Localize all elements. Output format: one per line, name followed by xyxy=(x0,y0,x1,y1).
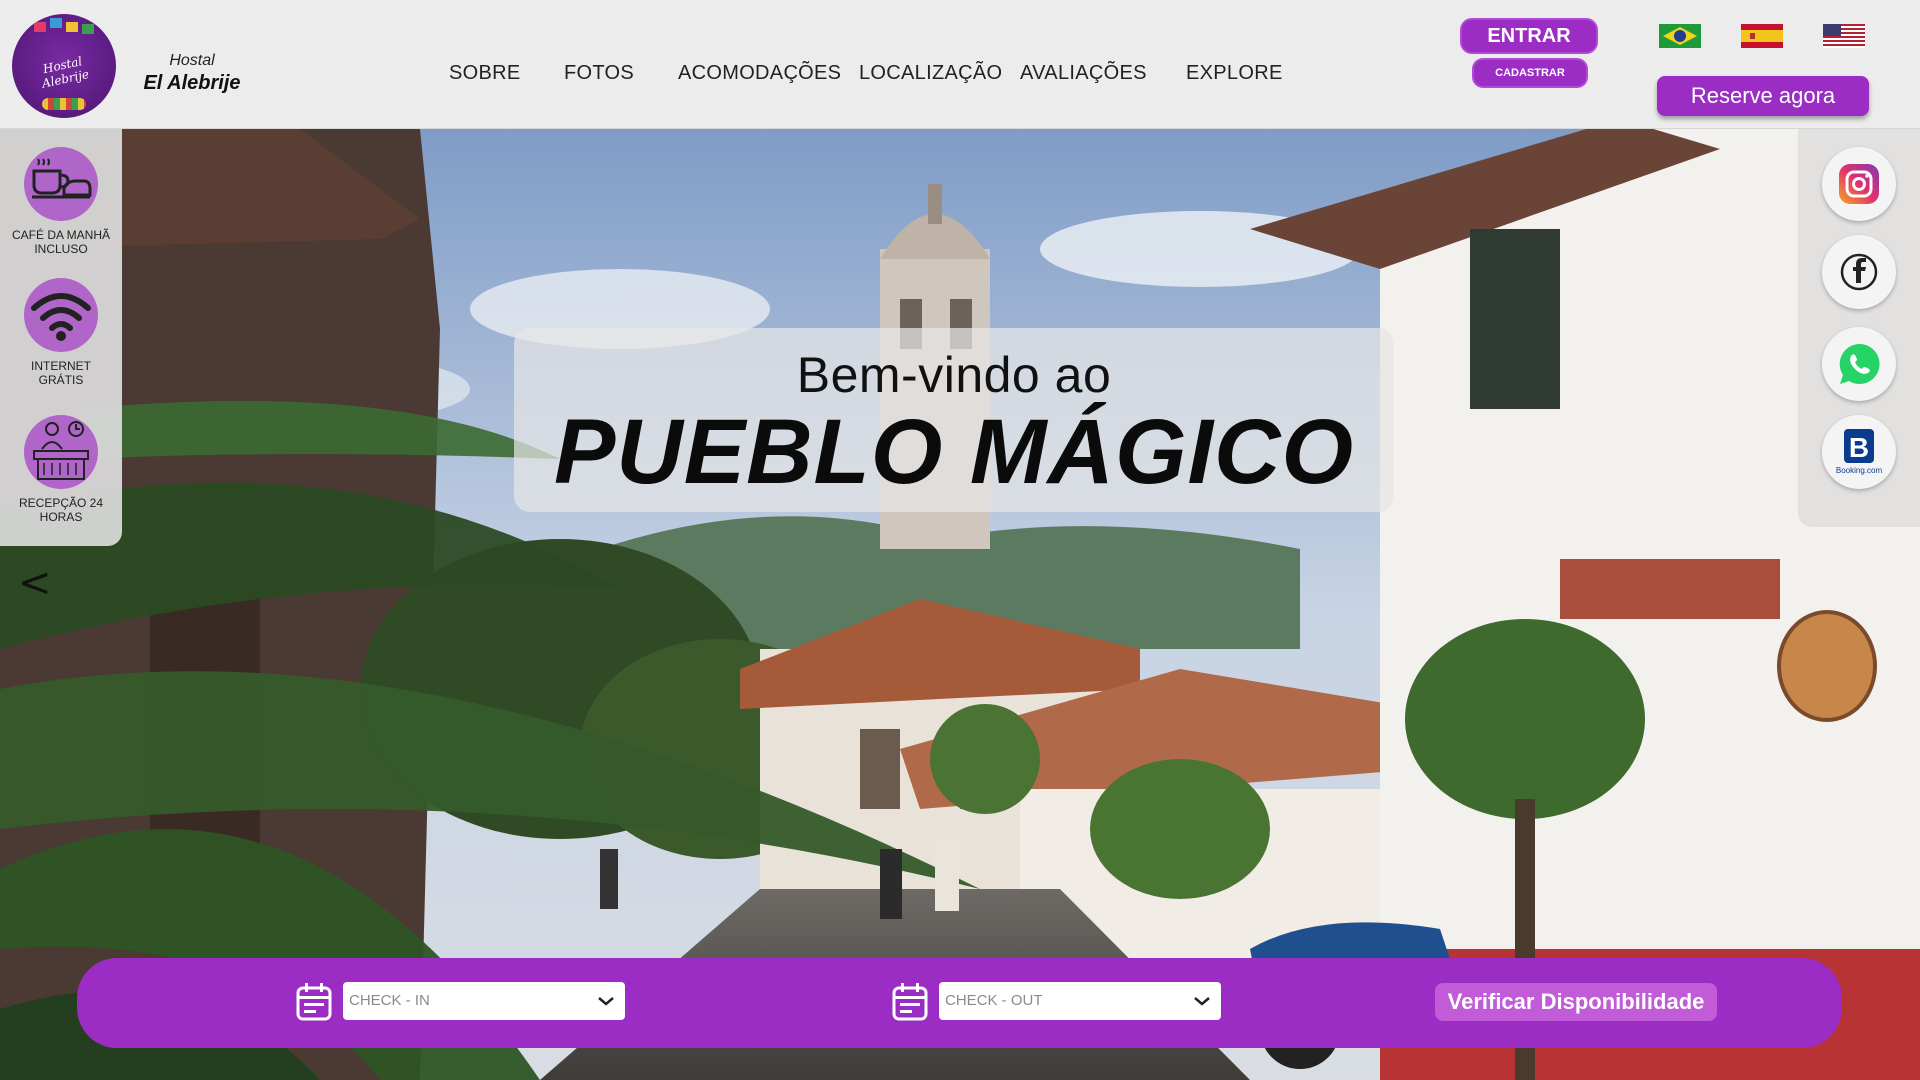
checkout-field[interactable]: CHECK - OUT xyxy=(939,982,1221,1020)
amenity-breakfast: CAFÉ DA MANHÃ INCLUSO xyxy=(0,147,122,256)
logo-decoration xyxy=(42,98,86,110)
brand-small: Hostal xyxy=(169,52,215,69)
logo-papel-picado xyxy=(34,22,46,32)
amenity-wifi: INTERNET GRÁTIS xyxy=(0,278,122,387)
chevron-left-icon[interactable]: < xyxy=(18,560,52,606)
logo-wordmark: Hostal Alebrije xyxy=(40,54,91,91)
nav-explore[interactable]: EXPLORE xyxy=(1186,62,1283,85)
nav-localizacao[interactable]: LOCALIZAÇÃO xyxy=(859,62,1002,85)
wifi-icon xyxy=(24,278,98,352)
coffee-breakfast-icon xyxy=(24,147,98,221)
booking-caption: Booking.com xyxy=(1836,466,1883,475)
welcome-line: Bem-vindo ao xyxy=(796,347,1112,403)
brand-title: El Alebrije xyxy=(143,72,241,94)
calendar-icon xyxy=(296,983,332,1021)
nav-fotos[interactable]: FOTOS xyxy=(564,62,634,85)
chevron-down-icon xyxy=(598,997,614,1006)
nav-sobre[interactable]: SOBRE xyxy=(449,62,521,85)
hostal-logo[interactable]: Hostal Alebrije xyxy=(12,14,116,118)
logo-papel-picado xyxy=(66,22,78,32)
chevron-down-icon xyxy=(1194,997,1210,1006)
login-button[interactable]: ENTRAR xyxy=(1462,20,1596,52)
calendar-icon xyxy=(892,983,928,1021)
amenity-label: RECEPÇÃO 24 HORAS xyxy=(18,496,104,524)
nav-avaliacoes[interactable]: AVALIAÇÕES xyxy=(1020,62,1147,85)
facebook-icon xyxy=(1840,253,1878,291)
brand-name[interactable]: Hostal El Alebrije xyxy=(142,52,242,95)
flag-spain-icon[interactable] xyxy=(1741,24,1783,48)
social-panel: B Booking.com xyxy=(1798,129,1920,527)
amenity-label: CAFÉ DA MANHÃ INCLUSO xyxy=(11,228,110,256)
nav-acomodacoes[interactable]: ACOMODAÇÕES xyxy=(678,62,841,85)
checkin-placeholder: CHECK - IN xyxy=(349,992,430,1009)
booking-bar: CHECK - IN CHECK - OUT Verificar Disponi… xyxy=(77,958,1842,1048)
check-availability-button[interactable]: Verificar Disponibilidade xyxy=(1435,983,1717,1021)
signup-button[interactable]: CADASTRAR xyxy=(1474,60,1586,86)
amenity-reception: RECEPÇÃO 24 HORAS xyxy=(0,415,122,524)
logo-papel-picado xyxy=(50,18,62,28)
amenity-label: INTERNET GRÁTIS xyxy=(31,359,91,387)
hero-title: PUEBLO MÁGICO xyxy=(553,401,1355,503)
booking-letter: B xyxy=(1849,432,1869,463)
facebook-button[interactable] xyxy=(1822,235,1896,309)
amenities-panel: CAFÉ DA MANHÃ INCLUSO INTERNET GRÁTIS RE… xyxy=(0,129,122,546)
welcome-banner: Bem-vindo ao PUEBLO MÁGICO xyxy=(514,328,1394,512)
flag-brazil-icon[interactable] xyxy=(1659,24,1701,48)
reserve-now-button[interactable]: Reserve agora xyxy=(1657,76,1869,116)
instagram-icon xyxy=(1839,164,1879,204)
checkin-field[interactable]: CHECK - IN xyxy=(343,982,625,1020)
hero-background-image xyxy=(0,129,1920,1080)
booking-button[interactable]: B Booking.com xyxy=(1822,415,1896,489)
reception-desk-icon xyxy=(24,415,98,489)
logo-papel-picado xyxy=(82,24,94,34)
whatsapp-button[interactable] xyxy=(1822,327,1896,401)
site-header: Hostal Alebrije Hostal El Alebrije SOBRE… xyxy=(0,0,1920,129)
instagram-button[interactable] xyxy=(1822,147,1896,221)
flag-usa-icon[interactable] xyxy=(1823,24,1865,48)
whatsapp-icon xyxy=(1839,343,1880,384)
checkout-placeholder: CHECK - OUT xyxy=(945,992,1043,1009)
booking-icon: B Booking.com xyxy=(1836,429,1883,475)
